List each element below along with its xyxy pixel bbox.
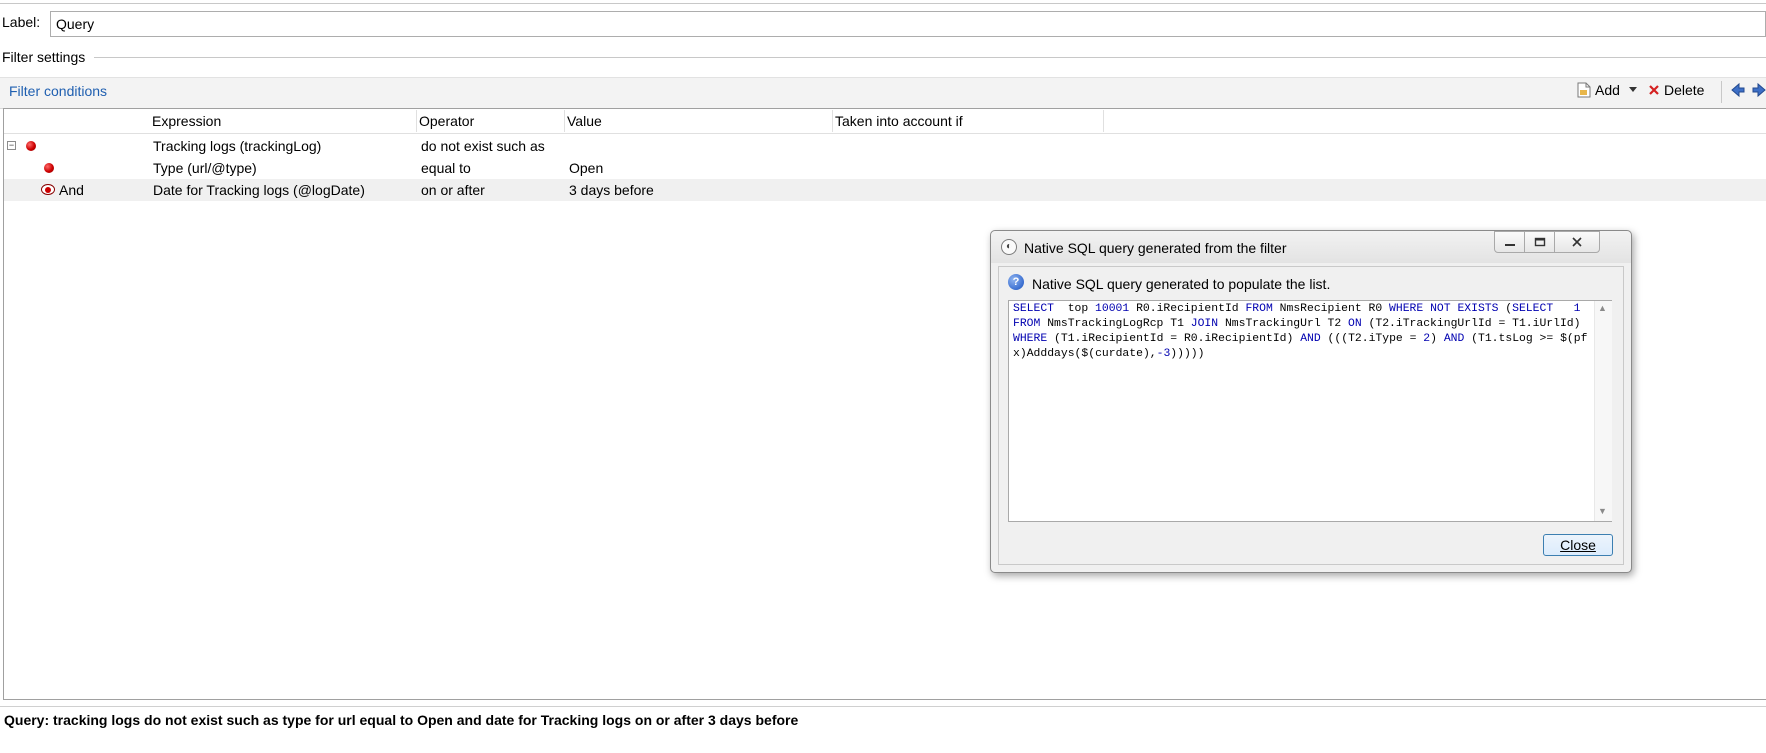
column-header-value[interactable]: Value <box>567 113 602 129</box>
row-operator: equal to <box>421 160 471 176</box>
delete-button[interactable]: Delete <box>1648 82 1704 98</box>
minimize-button[interactable] <box>1494 231 1525 253</box>
sql-query-text[interactable]: SELECT top 10001 R0.iRecipientId FROM Nm… <box>1013 302 1593 362</box>
delete-label: Delete <box>1664 82 1705 98</box>
filter-settings-title: Filter settings <box>2 49 86 65</box>
row-operator: on or after <box>421 182 485 198</box>
column-separator <box>1103 110 1104 132</box>
close-button[interactable]: Close <box>1543 534 1613 556</box>
condition-status-icon <box>44 163 54 173</box>
filter-toolbar <box>0 77 1766 109</box>
row-prefix: And <box>59 182 84 198</box>
scroll-down-icon[interactable]: ▼ <box>1598 506 1607 516</box>
help-icon: ? <box>1008 274 1024 290</box>
add-document-icon <box>1577 82 1591 98</box>
toolbar-separator <box>1721 81 1722 103</box>
condition-status-icon <box>26 141 36 151</box>
maximize-icon <box>1534 237 1545 247</box>
row-value: Open <box>569 160 604 176</box>
forward-button[interactable] <box>1752 82 1766 101</box>
minimize-icon <box>1504 244 1515 246</box>
column-separator <box>416 110 417 132</box>
label-caption: Label: <box>2 14 41 30</box>
top-divider <box>0 3 1766 4</box>
arrow-left-icon <box>1731 82 1745 98</box>
column-header-expression[interactable]: Expression <box>152 113 221 129</box>
close-icon <box>1572 237 1582 247</box>
row-expression: Tracking logs (trackingLog) <box>153 138 322 154</box>
row-operator: do not exist such as <box>421 138 545 154</box>
app-icon: ◐ <box>1001 239 1017 255</box>
back-button[interactable] <box>1730 82 1746 101</box>
column-header-condition[interactable]: Taken into account if <box>835 113 963 129</box>
row-expression: Type (url/@type) <box>153 160 257 176</box>
add-button[interactable]: Add <box>1577 82 1638 98</box>
row-value: 3 days before <box>569 182 654 198</box>
collapse-toggle-icon[interactable]: − <box>7 141 16 150</box>
column-header-operator[interactable]: Operator <box>419 113 474 129</box>
column-separator <box>832 110 833 132</box>
dialog-message: Native SQL query generated to populate t… <box>1032 276 1331 292</box>
add-label: Add <box>1595 82 1620 98</box>
filter-conditions-link[interactable]: Filter conditions <box>9 83 107 99</box>
arrow-right-icon <box>1752 82 1766 98</box>
row-expression: Date for Tracking logs (@logDate) <box>153 182 365 198</box>
filter-settings-divider <box>94 57 1766 58</box>
dialog-title: Native SQL query generated from the filt… <box>1024 240 1287 256</box>
and-operator-icon <box>41 184 55 195</box>
dropdown-arrow-icon[interactable] <box>1628 86 1638 94</box>
query-summary-text: Query: tracking logs do not exist such a… <box>4 712 799 728</box>
scroll-up-icon[interactable]: ▲ <box>1598 303 1607 313</box>
column-separator <box>564 110 565 132</box>
label-input[interactable] <box>50 11 1766 37</box>
delete-x-icon <box>1649 85 1659 95</box>
sql-scrollbar[interactable] <box>1594 301 1612 521</box>
window-close-button[interactable] <box>1554 231 1600 253</box>
maximize-button[interactable] <box>1524 231 1555 253</box>
table-row[interactable] <box>4 157 1766 179</box>
